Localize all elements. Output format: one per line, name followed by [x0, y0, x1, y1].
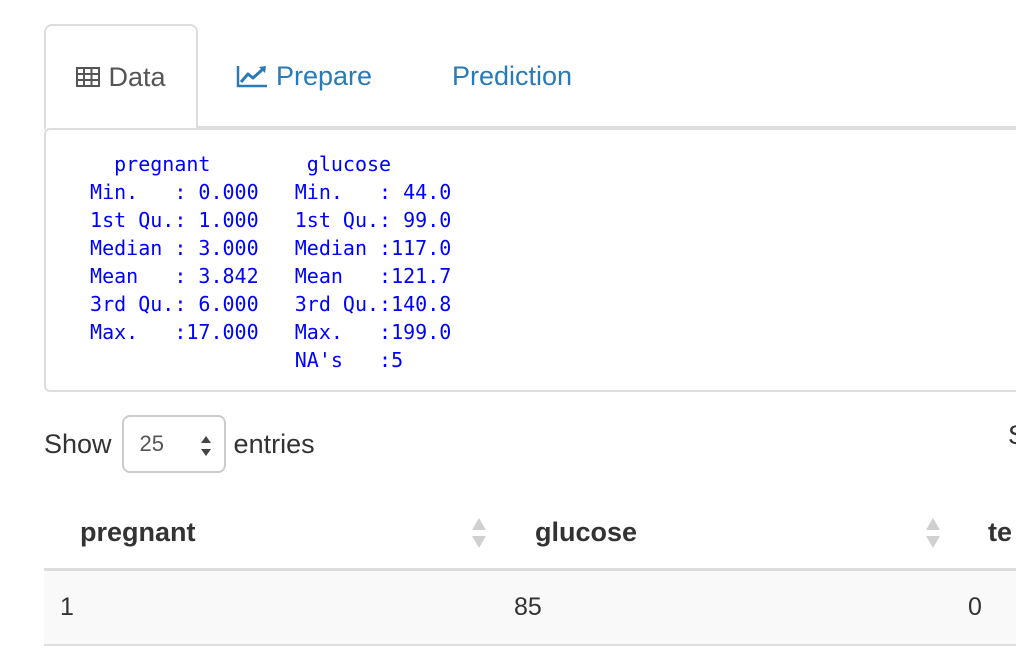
column-header-label: pregnant: [80, 516, 196, 547]
summary-text: pregnant glucose Min. : 0.000 Min. : 44.…: [90, 152, 452, 372]
up-down-caret-icon: [200, 433, 212, 459]
tab-data-label: Data: [108, 61, 166, 92]
tab-prediction-label: Prediction: [452, 60, 573, 91]
tab-prediction[interactable]: Prediction: [452, 24, 572, 128]
length-menu-suffix: entries: [233, 428, 315, 459]
entries-select-value: 25: [139, 431, 165, 456]
sort-icon[interactable]: [471, 516, 487, 550]
column-header-label: glucose: [535, 516, 638, 547]
summary-output-panel: pregnant glucose Min. : 0.000 Min. : 44.…: [44, 128, 1016, 392]
line-chart-icon: [236, 64, 268, 88]
tab-data[interactable]: Data: [44, 24, 198, 130]
search-label: S: [1008, 420, 1016, 451]
sort-icon[interactable]: [925, 516, 941, 550]
column-header-glucose[interactable]: glucose: [535, 496, 637, 568]
column-header-test[interactable]: te: [988, 496, 1012, 568]
length-menu: Show 25 entries: [44, 414, 315, 474]
tab-prepare-label: Prepare: [276, 60, 373, 91]
table-icon: [76, 67, 101, 87]
table-cell: 85: [514, 593, 542, 621]
table-cell: 0: [968, 593, 982, 621]
column-header-pregnant[interactable]: pregnant: [80, 496, 196, 568]
entries-select[interactable]: 25: [121, 415, 226, 473]
tab-bar: Data Prepare Prediction: [0, 0, 1016, 130]
tab-prepare[interactable]: Prepare: [236, 24, 372, 128]
table-cell: 1: [60, 593, 74, 621]
table-header: pregnant glucose te: [44, 496, 1016, 571]
table-row[interactable]: 1 85 0: [44, 571, 1016, 646]
column-header-label: te: [988, 516, 1013, 547]
length-menu-prefix: Show: [44, 428, 112, 459]
